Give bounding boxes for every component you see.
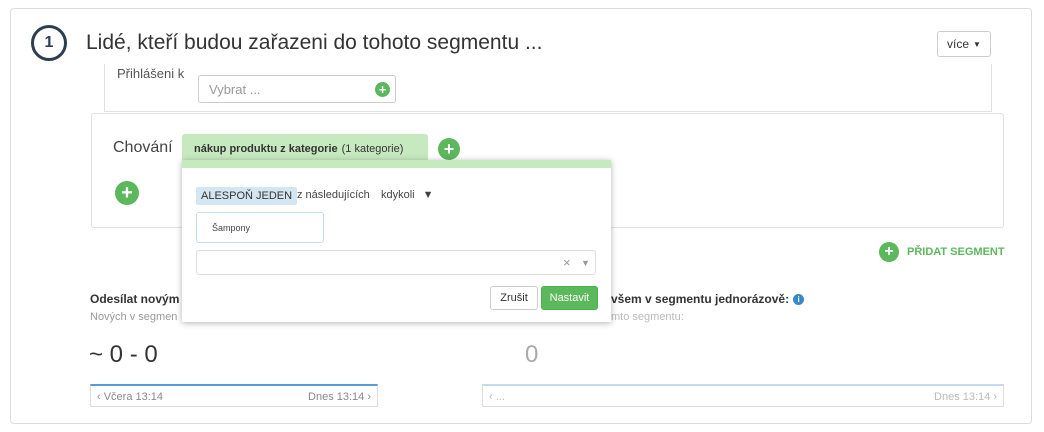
login-label: Přihlášeni k (117, 66, 185, 81)
range-right-start[interactable]: ‹ ... (489, 391, 505, 403)
behavior-label: Chování (113, 139, 173, 156)
this-segment-label: mto segmentu: (611, 311, 684, 323)
add-behavior-icon[interactable]: + (115, 181, 139, 205)
more-dropdown-button[interactable]: více ▼ (937, 31, 991, 57)
caret-down-icon: ▼ (422, 189, 434, 201)
login-select-placeholder: Vybrat ... (209, 82, 261, 97)
add-segment-label: PŘIDAT SEGMENT (907, 246, 1005, 258)
add-icon[interactable]: + (375, 82, 390, 97)
behavior-tab-title: nákup produktu z kategorie (194, 143, 338, 155)
at-least-one-tag[interactable]: ALESPOŇ JEDEN (196, 187, 298, 205)
anytime-dropdown[interactable]: kdykoli ▼ (381, 189, 434, 201)
range-right-end[interactable]: Dnes 13:14 › (934, 391, 997, 403)
info-icon[interactable]: i (793, 293, 805, 305)
step-number-badge: 1 (31, 25, 67, 61)
from-following-label: z následujících (297, 189, 370, 201)
clear-icon[interactable]: × (563, 255, 571, 270)
add-behavior-tab-icon[interactable]: + (438, 138, 460, 160)
send-all-text: všem v segmentu jednorázově: (611, 292, 790, 306)
date-range-right[interactable]: ‹ ... Dnes 13:14 › (482, 384, 1004, 407)
cancel-button[interactable]: Zrušit (490, 286, 538, 310)
send-new-label: Odesílat novým (90, 292, 180, 306)
range-left-end[interactable]: Dnes 13:14 › (308, 391, 371, 403)
more-button-label: více (947, 37, 970, 51)
plus-circle-icon: + (879, 242, 899, 262)
set-button[interactable]: Nastavit (541, 286, 598, 310)
total-count: 0 (525, 341, 539, 368)
send-all-label: všem v segmentu jednorázově: i (611, 292, 805, 306)
caret-down-icon[interactable]: ▼ (581, 258, 590, 268)
section-title: Lidé, kteří budou zařazeni do tohoto seg… (86, 31, 543, 54)
login-select[interactable]: Vybrat ... + (198, 75, 396, 103)
anytime-label: kdykoli (381, 189, 415, 201)
date-range-left[interactable]: ‹ Včera 13:14 Dnes 13:14 › (90, 384, 378, 407)
category-chip[interactable]: Šampony (196, 212, 324, 243)
behavior-tab-count: (1 kategorie) (341, 143, 404, 155)
estimated-count: ~ 0 - 0 (89, 341, 158, 368)
caret-down-icon: ▼ (973, 39, 981, 49)
range-left-start[interactable]: ‹ Včera 13:14 (97, 391, 163, 403)
add-segment-button[interactable]: + PŘIDAT SEGMENT (879, 242, 1005, 262)
category-multiselect[interactable]: × ▼ (196, 250, 596, 275)
new-in-segment-label: Nových v segmen (90, 311, 178, 323)
